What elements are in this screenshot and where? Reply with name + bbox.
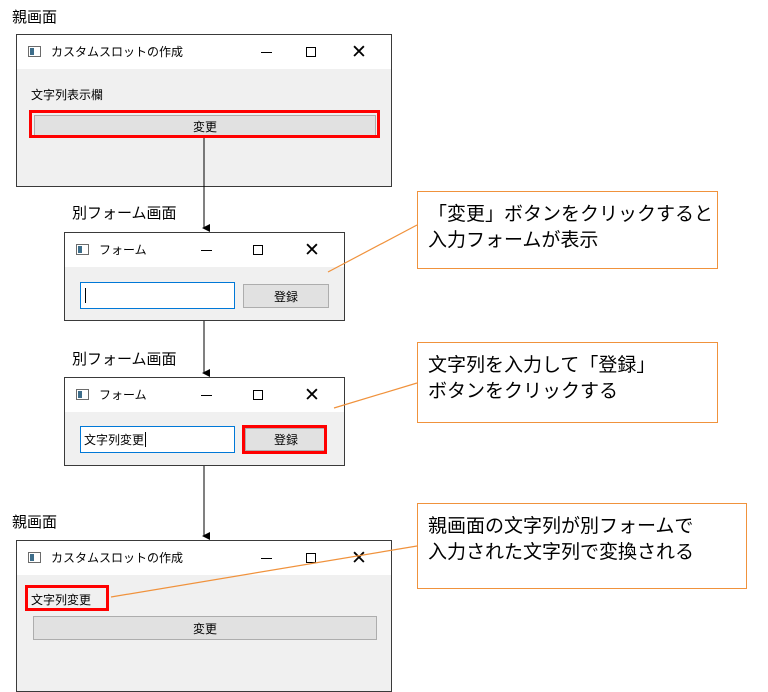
input-value: 文字列変更 xyxy=(84,433,145,447)
callout-line: ボタンをクリックする xyxy=(428,380,619,402)
maximize-icon[interactable] xyxy=(238,378,278,412)
minimize-icon[interactable] xyxy=(246,35,286,69)
callout-line: 入力された文字列で変換される xyxy=(428,541,695,563)
app-window-icon xyxy=(76,389,89,400)
title-bar: フォーム ✕ xyxy=(65,233,344,267)
title-bar: フォーム ✕ xyxy=(65,378,344,412)
highlight-changed-label xyxy=(25,585,109,611)
callout-leader-2 xyxy=(333,382,418,409)
close-icon[interactable]: ✕ xyxy=(339,541,379,575)
text-caret xyxy=(85,288,86,303)
change-button[interactable]: 変更 xyxy=(33,616,377,640)
minimize-icon[interactable] xyxy=(186,378,226,412)
title-bar: カスタムスロットの作成 ✕ xyxy=(17,541,391,575)
caption-parent-after: 親画面 xyxy=(12,513,58,531)
maximize-icon[interactable] xyxy=(238,233,278,267)
string-input[interactable] xyxy=(80,282,235,309)
close-icon[interactable]: ✕ xyxy=(339,35,379,69)
app-window-icon xyxy=(76,244,89,255)
string-input[interactable]: 文字列変更 xyxy=(80,426,235,453)
text-caret xyxy=(145,432,147,447)
close-icon[interactable]: ✕ xyxy=(292,378,332,412)
maximize-icon[interactable] xyxy=(291,35,331,69)
maximize-icon[interactable] xyxy=(291,541,331,575)
string-display-label: 文字列表示欄 xyxy=(31,88,104,102)
caption-form-empty: 別フォーム画面 xyxy=(72,204,177,222)
close-icon[interactable]: ✕ xyxy=(292,233,332,267)
window-title: カスタムスロットの作成 xyxy=(51,551,184,565)
window-title: フォーム xyxy=(99,243,147,257)
caption-parent-before: 親画面 xyxy=(12,8,58,26)
callout-line: 親画面の文字列が別フォームで xyxy=(428,515,694,537)
minimize-icon[interactable] xyxy=(186,233,226,267)
callout-line: 文字列を入力して「登録」 xyxy=(428,354,656,376)
minimize-icon[interactable] xyxy=(246,541,286,575)
title-bar: カスタムスロットの作成 ✕ xyxy=(17,35,391,69)
window-title: カスタムスロットの作成 xyxy=(51,45,184,59)
form-window-empty: フォーム ✕ 登録 xyxy=(64,232,345,321)
caption-form-filled: 別フォーム画面 xyxy=(72,350,177,368)
callout-line: 入力フォームが表示 xyxy=(428,229,599,251)
callout-step1: 「変更」ボタンをクリックすると 入力フォームが表示 xyxy=(417,191,718,269)
parent-window-after: カスタムスロットの作成 ✕ 文字列変更 変更 xyxy=(16,540,392,692)
app-window-icon xyxy=(28,46,41,57)
highlight-register-button xyxy=(242,425,327,454)
highlight-change-button xyxy=(29,110,380,138)
callout-line: 「変更」ボタンをクリックすると xyxy=(428,203,714,225)
app-window-icon xyxy=(28,552,41,563)
window-title: フォーム xyxy=(99,388,147,402)
callout-step2: 文字列を入力して「登録」 ボタンをクリックする xyxy=(417,342,718,423)
callout-step3: 親画面の文字列が別フォームで 入力された文字列で変換される xyxy=(417,503,747,589)
register-button[interactable]: 登録 xyxy=(243,284,329,308)
